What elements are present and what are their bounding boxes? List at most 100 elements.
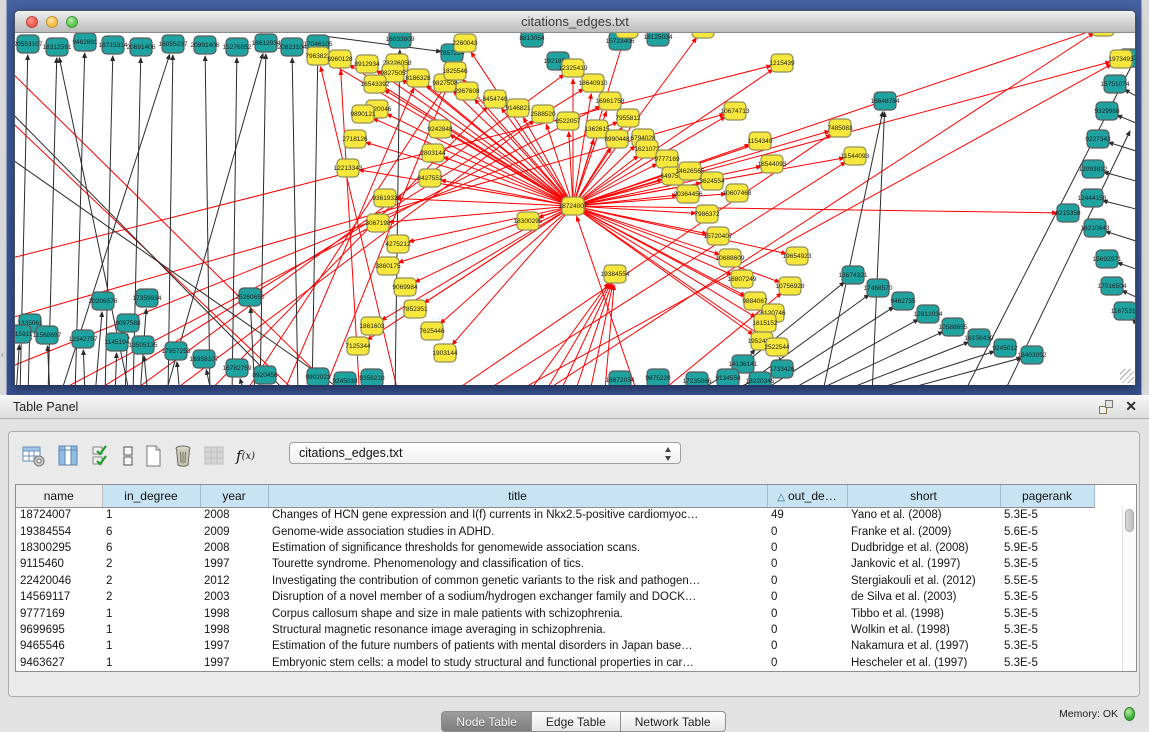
graph-node[interactable]: 19384554 (601, 265, 630, 283)
graph-edge[interactable] (573, 206, 1057, 213)
network-view-window[interactable]: citations_edges.txt 20553107183125919462… (14, 10, 1136, 385)
network-canvas-svg[interactable]: 2055310718312591946289118715314206914061… (15, 33, 1135, 385)
graph-node[interactable]: 16782759 (223, 359, 252, 377)
graph-node[interactable]: 18312591 (43, 38, 72, 56)
graph-node[interactable]: 8427552 (417, 169, 443, 187)
network-canvas[interactable]: 2055310718312591946289118715314206914061… (15, 33, 1135, 385)
graph-node[interactable]: 25260650 (236, 288, 265, 306)
graph-node[interactable]: 7125344 (345, 337, 371, 355)
window-titlebar[interactable]: citations_edges.txt (15, 11, 1135, 33)
column-header-pagerank[interactable]: pagerank (1000, 485, 1094, 507)
graph-node[interactable]: 9356210 (359, 369, 385, 385)
graph-node[interactable]: 16543392 (361, 75, 390, 93)
graph-node[interactable]: 20991406 (191, 36, 220, 54)
graph-edge[interactable] (168, 55, 173, 385)
function-builder-icon[interactable]: f(x) (236, 447, 255, 465)
graph-node[interactable]: 12213343 (334, 159, 363, 177)
graph-node[interactable]: 20823104 (278, 38, 307, 56)
graph-node[interactable]: 19654923 (783, 247, 812, 265)
graph-edge[interactable] (115, 353, 117, 385)
graph-node[interactable]: 18403052 (1018, 346, 1047, 364)
graph-edge[interactable] (1108, 142, 1135, 151)
graph-node[interactable]: 9227343 (1085, 130, 1111, 148)
column-header-out_degree[interactable]: △out_de… (767, 485, 847, 507)
table-row[interactable]: 1872400712008Changes of HCN gene express… (16, 507, 1094, 523)
graph-node[interactable]: 7625446 (419, 322, 445, 340)
graph-node[interactable]: 9902023 (305, 368, 331, 385)
graph-node[interactable]: 18544093 (758, 155, 787, 173)
graph-node[interactable]: 20206576 (89, 292, 118, 310)
graph-edge[interactable] (462, 79, 573, 206)
graph-node[interactable]: 12342757 (69, 330, 98, 348)
graph-node[interactable]: 10588655 (939, 318, 968, 336)
graph-edge[interactable] (1117, 263, 1135, 269)
graph-edge[interactable] (830, 342, 969, 385)
graph-edge[interactable] (409, 206, 573, 242)
graph-edge[interactable] (440, 206, 573, 324)
graph-node[interactable]: 11543408 (1089, 33, 1118, 36)
graph-node[interactable]: 18724007 (559, 197, 588, 215)
graph-edge[interactable] (316, 35, 441, 52)
table-mode-icon[interactable] (122, 444, 134, 468)
table-row[interactable]: 1456911722003Disruption of a novel membe… (16, 589, 1094, 605)
graph-node[interactable]: 18220345 (746, 372, 775, 385)
graph-node[interactable]: 8920456 (252, 366, 278, 384)
graph-node[interactable]: 17016504 (1098, 277, 1127, 295)
graph-edge[interactable] (312, 55, 318, 385)
table-settings-icon[interactable] (21, 444, 47, 468)
graph-node[interactable]: 18640910 (579, 74, 608, 92)
graph-node[interactable]: 7852351 (402, 300, 428, 318)
close-panel-icon[interactable]: ✕ (1125, 398, 1137, 415)
graph-node[interactable]: 16872034 (606, 371, 635, 385)
graph-node[interactable]: 17235066 (683, 372, 712, 385)
graph-edge[interactable] (573, 206, 786, 254)
graph-node[interactable]: 11548498 (689, 33, 718, 38)
graph-node[interactable]: 3860175 (375, 257, 401, 275)
right-panel-splitter[interactable] (1141, 0, 1149, 395)
graph-node[interactable]: 20691406 (127, 38, 156, 56)
graph-node[interactable]: 15276052 (223, 38, 252, 56)
import-table-icon[interactable] (203, 444, 227, 468)
graph-edge[interactable] (205, 56, 210, 385)
graph-node[interactable]: 2967608 (454, 82, 480, 100)
graph-node[interactable]: 1903144 (432, 344, 458, 362)
graph-node[interactable]: 9462891 (72, 33, 98, 51)
graph-node[interactable]: 16158430 (965, 329, 994, 347)
window-minimize-button[interactable] (46, 16, 58, 28)
graph-node[interactable]: 13674321 (839, 266, 868, 284)
graph-node[interactable]: 8186328 (405, 69, 431, 87)
graph-node[interactable]: 9242848 (427, 120, 453, 138)
graph-node[interactable]: 9245012 (992, 339, 1018, 357)
graph-node[interactable]: 18125034 (644, 33, 673, 46)
graph-node[interactable]: 13505135 (129, 336, 158, 354)
column-header-title[interactable]: title (268, 485, 767, 507)
graph-node[interactable]: 9462735 (890, 292, 916, 310)
graph-edge[interactable] (395, 50, 400, 385)
graph-node[interactable]: 9361932 (372, 189, 398, 207)
graph-node[interactable]: 9134558 (715, 369, 741, 385)
network-table-selector[interactable]: citations_edges.txt (289, 442, 681, 464)
table-row[interactable]: 1830029562008Estimation of significance … (16, 540, 1094, 556)
table-scrollbar[interactable] (1122, 507, 1136, 671)
graph-node[interactable]: 1215439 (769, 54, 795, 72)
graph-edge[interactable] (177, 362, 180, 385)
column-header-short[interactable]: short (847, 485, 1000, 507)
graph-node[interactable]: 8454749 (482, 90, 508, 108)
graph-node[interactable]: 9146821 (505, 99, 531, 117)
graph-node[interactable]: 18300295 (514, 212, 543, 230)
table-row[interactable]: 969969511998Structural magnetic resonanc… (16, 622, 1094, 638)
graph-edge[interactable] (1117, 115, 1135, 123)
graph-node[interactable]: 16033809 (386, 33, 415, 48)
graph-node[interactable]: 1861603 (359, 317, 385, 335)
graph-node[interactable]: 15751074 (1101, 75, 1130, 93)
new-column-icon[interactable] (143, 444, 163, 468)
graph-node[interactable]: 3067198 (365, 214, 391, 232)
graph-node[interactable]: 10674713 (721, 102, 750, 120)
graph-node[interactable]: 11568697 (33, 326, 62, 344)
tab-node-table[interactable]: Node Table (441, 711, 532, 732)
graph-node[interactable]: 1145194 (105, 333, 130, 351)
graph-node[interactable]: 17468570 (864, 279, 893, 297)
graph-node[interactable]: 20553107 (15, 35, 43, 53)
left-panel-splitter[interactable]: ‹ (0, 0, 7, 395)
graph-node[interactable]: 1154340 (748, 132, 773, 150)
